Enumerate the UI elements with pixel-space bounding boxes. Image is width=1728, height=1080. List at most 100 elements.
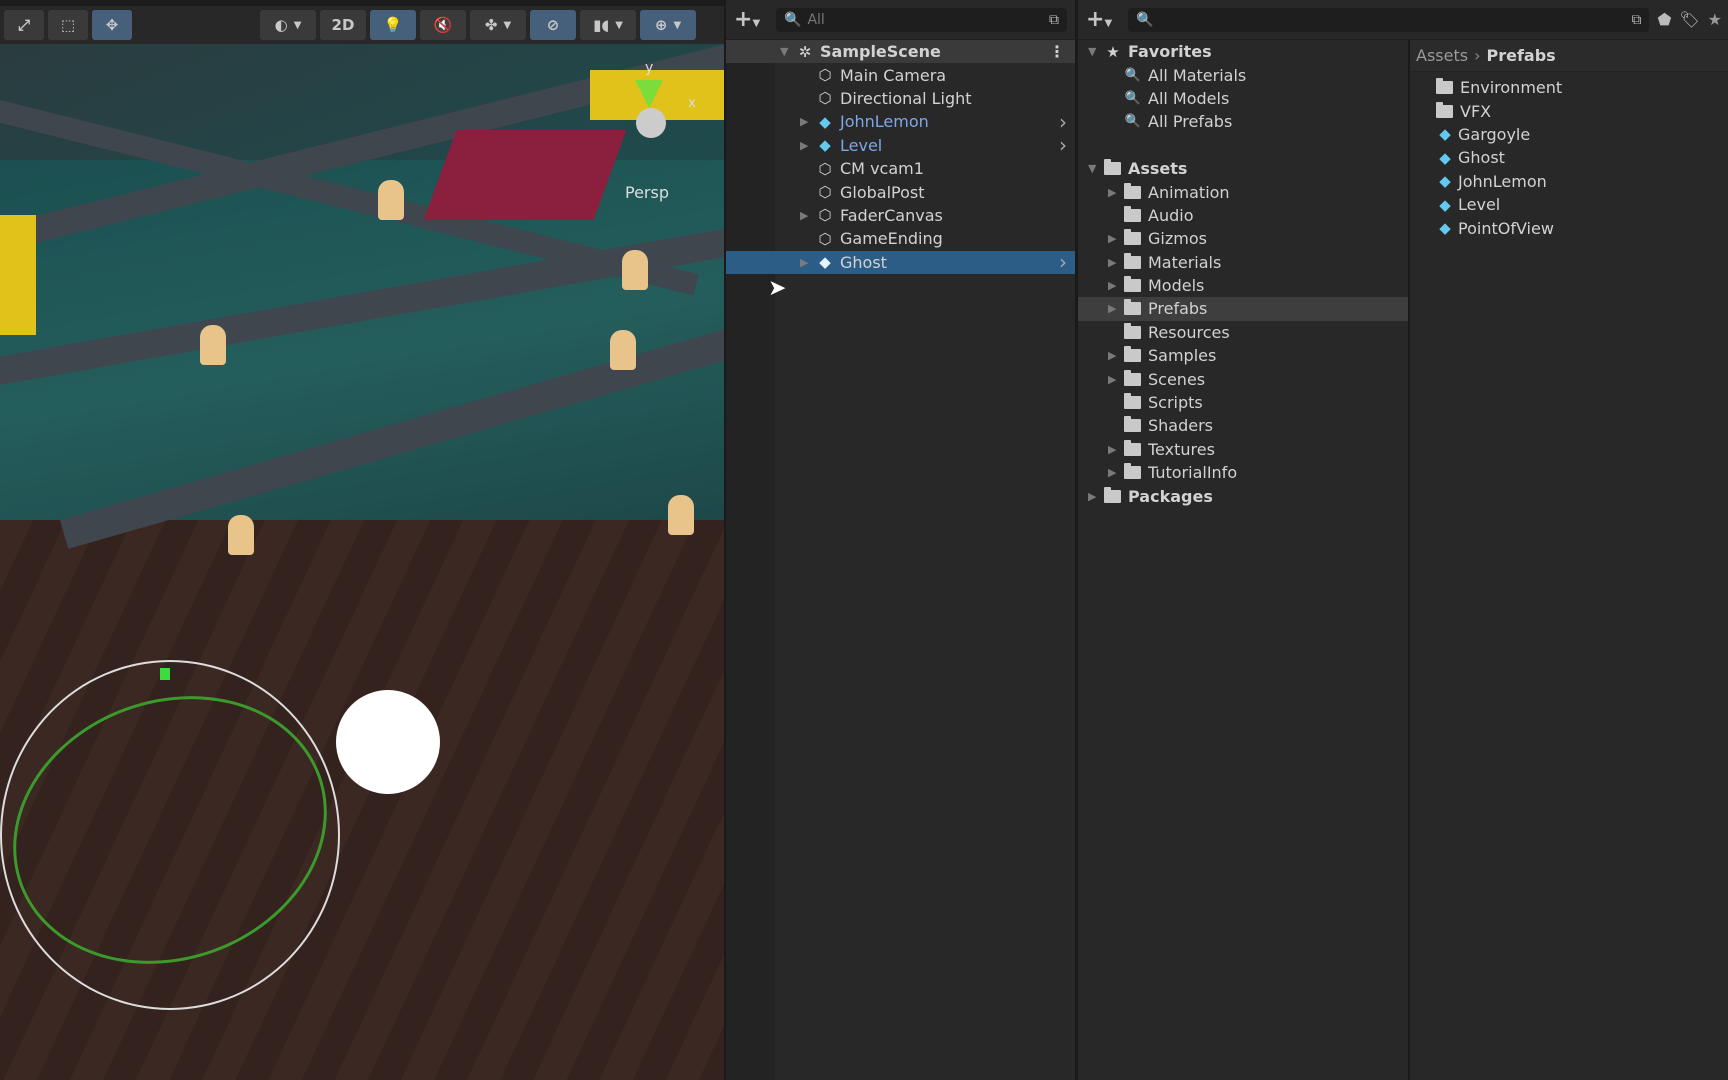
gizmo-center [636, 108, 666, 138]
expand-triangle-icon[interactable]: ▶ [1108, 443, 1124, 456]
hierarchy-item[interactable]: ⬡ GlobalPost [726, 180, 1075, 203]
hierarchy-item-label: CM vcam1 [840, 159, 924, 179]
asset-folder[interactable]: ▶ Animation [1078, 180, 1408, 203]
orientation-gizmo[interactable]: y x [620, 60, 696, 150]
folder-icon [1124, 393, 1141, 410]
assets-folder[interactable]: ▼ Assets [1078, 157, 1408, 180]
breadcrumb-assets[interactable]: Assets [1416, 46, 1468, 65]
scene-visibility-toggle[interactable]: ⊘ [530, 10, 576, 40]
hierarchy-item[interactable]: ⬡ Directional Light [726, 87, 1075, 110]
expand-triangle-icon[interactable]: ▶ [800, 209, 816, 222]
favorite-item[interactable]: 🔍 All Materials [1078, 63, 1408, 86]
open-prefab-chevron-icon[interactable]: › [1059, 110, 1067, 134]
rect-tool-button[interactable]: ⬚ [48, 10, 88, 40]
asset-item[interactable]: ◆ JohnLemon [1410, 170, 1728, 193]
expand-triangle-icon[interactable]: ▶ [1108, 373, 1124, 386]
open-prefab-chevron-icon[interactable]: › [1059, 250, 1067, 274]
expand-triangle-icon[interactable]: ▶ [1088, 490, 1104, 503]
expand-triangle-icon[interactable]: ▶ [1108, 466, 1124, 479]
asset-folder[interactable]: ▶ Textures [1078, 438, 1408, 461]
camera-button[interactable]: ▮◖ ▼ [580, 10, 636, 40]
hierarchy-search-input[interactable]: 🔍 All ⧉ [776, 7, 1067, 32]
hierarchy-item[interactable]: ⬡ CM vcam1 [726, 157, 1075, 180]
asset-item[interactable]: VFX [1410, 99, 1728, 122]
hierarchy-item[interactable]: ▶ ◆ JohnLemon › [726, 110, 1075, 134]
filter-by-type-icon[interactable]: ⬟ [1657, 10, 1671, 29]
asset-folder[interactable]: Resources [1078, 321, 1408, 344]
more-options-icon[interactable]: ⋮ [1049, 42, 1065, 61]
favorite-star-icon[interactable]: ★ [1708, 10, 1722, 29]
lighting-toggle[interactable]: 💡 [370, 10, 416, 40]
search-options-icon[interactable]: ⧉ [1631, 12, 1641, 28]
expand-triangle-icon[interactable]: ▼ [780, 45, 796, 58]
asset-folder[interactable]: ▶ Scenes [1078, 367, 1408, 390]
expand-triangle-icon[interactable]: ▶ [800, 139, 816, 152]
folder-icon [1124, 205, 1141, 222]
create-asset-button[interactable]: +▼ [1086, 7, 1120, 32]
search-icon: 🔍 [1124, 67, 1142, 83]
y-axis-handle[interactable] [160, 668, 170, 680]
asset-item[interactable]: ◆ Ghost [1410, 146, 1728, 169]
prefab-cube-icon: ◆ [819, 136, 831, 155]
expand-triangle-icon[interactable]: ▶ [1108, 279, 1124, 292]
search-icon: 🔍 [1136, 11, 1154, 28]
asset-item-label: PointOfView [1458, 218, 1554, 238]
expand-triangle-icon[interactable]: ▶ [1108, 349, 1124, 362]
expand-triangle-icon[interactable]: ▶ [800, 256, 816, 269]
search-icon: 🔍 [1124, 90, 1142, 106]
gizmos-button[interactable]: ⊕ ▼ [640, 10, 696, 40]
hierarchy-item[interactable]: ⬡ GameEnding [726, 227, 1075, 250]
asset-folder[interactable]: Shaders [1078, 414, 1408, 437]
hierarchy-item[interactable]: ⬡ Main Camera [726, 63, 1075, 86]
expand-triangle-icon[interactable]: ▶ [1108, 302, 1124, 315]
expand-triangle-icon[interactable]: ▼ [1088, 45, 1104, 58]
search-options-icon[interactable]: ⧉ [1049, 12, 1059, 28]
asset-folder[interactable]: ▶ Materials [1078, 251, 1408, 274]
audio-toggle[interactable]: 🔇 [420, 10, 466, 40]
filter-by-label-icon[interactable]: 🏷 [1679, 10, 1699, 29]
projection-label[interactable]: Persp [625, 183, 669, 202]
effects-icon: ✤ [484, 16, 498, 34]
2d-label: 2D [331, 16, 355, 34]
ghost-object[interactable] [336, 690, 440, 794]
ghost-gizmo-icon [668, 495, 694, 535]
expand-triangle-icon[interactable]: ▼ [1088, 162, 1104, 175]
asset-item-label: Gargoyle [1458, 124, 1531, 144]
favorite-item[interactable]: 🔍 All Models [1078, 87, 1408, 110]
hierarchy-item-label: JohnLemon [840, 112, 929, 132]
scene-row[interactable]: ▼ ✲ SampleScene ⋮ [726, 40, 1075, 64]
hierarchy-item[interactable]: ▶ ◆ Ghost › [726, 250, 1075, 274]
gizmo-y-label: y [645, 60, 654, 76]
effects-button[interactable]: ✤ ▼ [470, 10, 526, 40]
expand-triangle-icon[interactable]: ▶ [1108, 256, 1124, 269]
packages-folder[interactable]: ▶ Packages [1078, 484, 1408, 507]
asset-item[interactable]: ◆ Gargoyle [1410, 123, 1728, 146]
hierarchy-item[interactable]: ▶ ⬡ FaderCanvas [726, 204, 1075, 227]
asset-folder[interactable]: Audio [1078, 204, 1408, 227]
breadcrumb-prefabs[interactable]: Prefabs [1486, 46, 1555, 65]
open-prefab-chevron-icon[interactable]: › [1059, 133, 1067, 157]
asset-folder[interactable]: ▶ Gizmos [1078, 227, 1408, 250]
asset-item[interactable]: Environment [1410, 76, 1728, 99]
scene-view[interactable]: y x Persp [0, 0, 724, 1080]
expand-triangle-icon[interactable]: ▶ [1108, 186, 1124, 199]
asset-item[interactable]: ◆ Level [1410, 193, 1728, 216]
favorites-section[interactable]: ▼ ★ Favorites [1078, 40, 1408, 63]
expand-triangle-icon[interactable]: ▶ [800, 115, 816, 128]
transform-tool-button[interactable]: ✥ [92, 10, 132, 40]
asset-folder[interactable]: ▶ Models [1078, 274, 1408, 297]
shading-mode-button[interactable]: ◐ ▼ [260, 10, 316, 40]
folder-icon [1124, 463, 1141, 480]
2d-toggle[interactable]: 2D [320, 10, 366, 40]
create-button[interactable]: +▼ [734, 7, 768, 32]
asset-folder[interactable]: Scripts [1078, 391, 1408, 414]
hierarchy-item[interactable]: ▶ ◆ Level › [726, 133, 1075, 157]
project-search-input[interactable]: 🔍 ⧉ [1128, 7, 1650, 32]
asset-folder[interactable]: ▶ TutorialInfo [1078, 461, 1408, 484]
asset-folder[interactable]: ▶ Prefabs [1078, 297, 1408, 321]
move-tool-button[interactable]: ⤢ [4, 10, 44, 40]
expand-triangle-icon[interactable]: ▶ [1108, 232, 1124, 245]
favorite-item[interactable]: 🔍 All Prefabs [1078, 110, 1408, 133]
asset-folder[interactable]: ▶ Samples [1078, 344, 1408, 367]
asset-item[interactable]: ◆ PointOfView [1410, 216, 1728, 239]
